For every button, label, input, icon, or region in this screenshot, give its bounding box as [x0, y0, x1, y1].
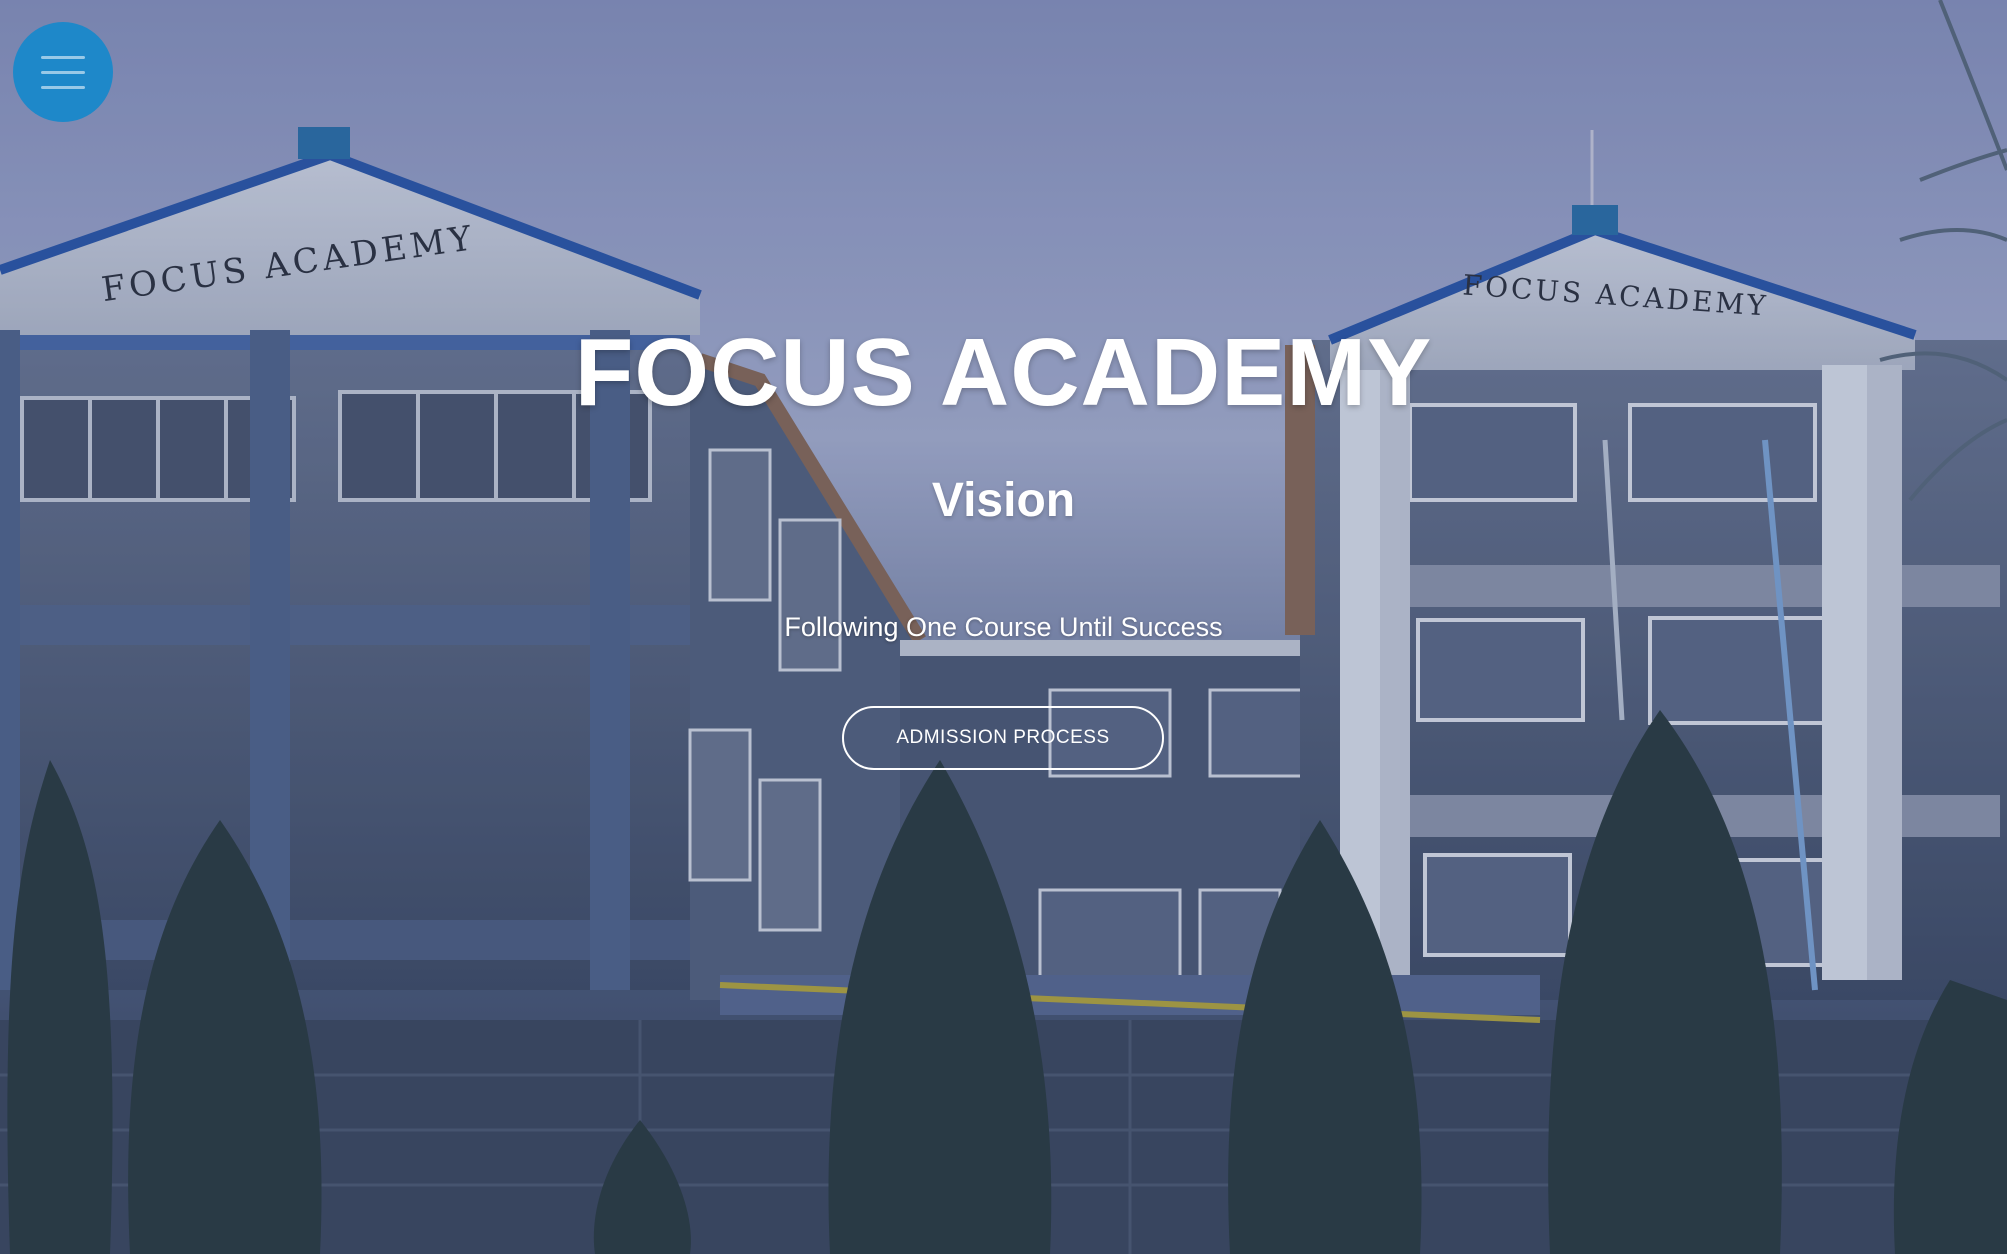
admission-process-button[interactable]: ADMISSION PROCESS — [842, 706, 1164, 770]
hamburger-menu-button[interactable] — [13, 22, 113, 122]
hero-section: FOCUS ACADEMY FOCUS ACADEMY FOCUS ACADEM… — [0, 0, 2007, 1254]
hamburger-bar — [41, 85, 85, 89]
hero-title: FOCUS ACADEMY — [574, 319, 1433, 426]
hamburger-menu-icon — [41, 55, 85, 59]
hamburger-bar — [41, 70, 85, 74]
hero-motto: Following One Course Until Success — [784, 612, 1223, 642]
hero-subtitle: Vision — [931, 474, 1076, 527]
